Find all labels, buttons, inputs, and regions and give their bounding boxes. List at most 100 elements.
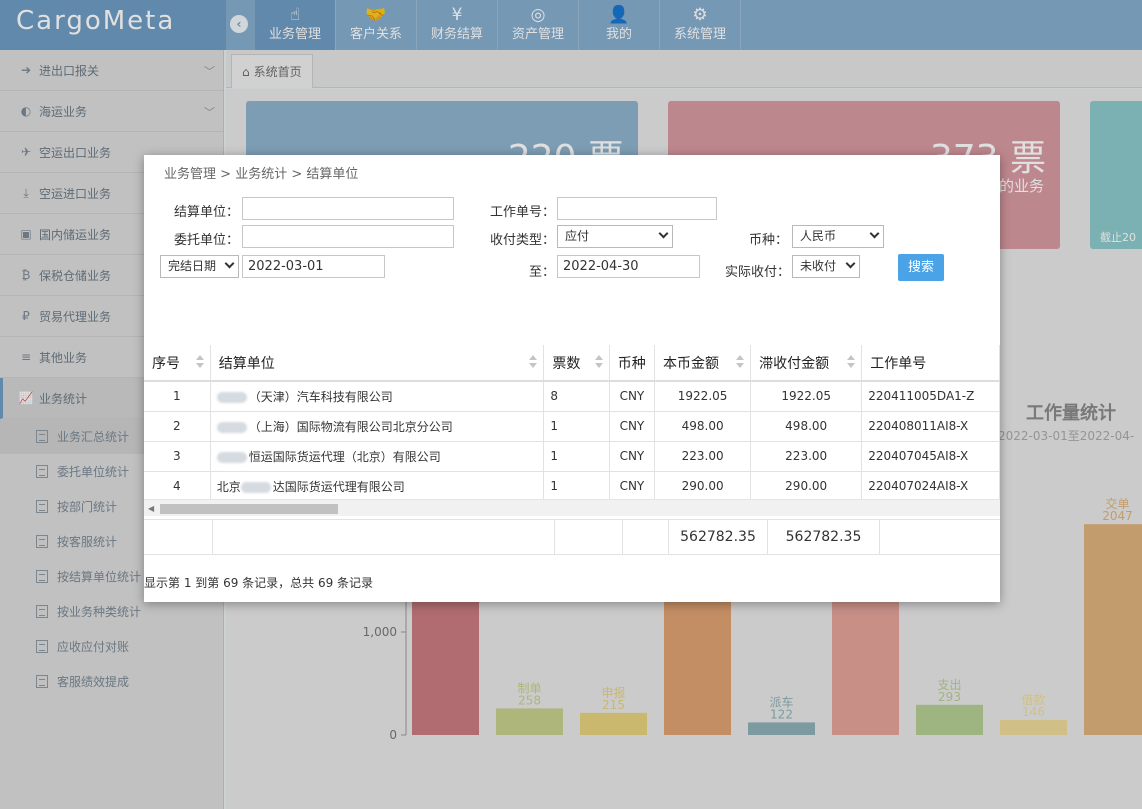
sidebar-subitem-label: 委托单位统计 (57, 465, 130, 479)
topnav-label: 财务结算 (430, 27, 483, 42)
chart-bar (1084, 524, 1142, 735)
topnav-item[interactable]: 🤝 客户关系 (336, 0, 417, 50)
sidebar-item[interactable]: ➔ 进出口报关 ﹀ (0, 50, 223, 91)
handshake-icon: 🤝 (365, 5, 387, 25)
sidebar-item-label: 国内储运业务 (39, 227, 112, 242)
pay-type-select[interactable]: 应付 (557, 225, 673, 248)
column-header[interactable]: 币种 (609, 345, 656, 382)
settle-unit-input[interactable] (242, 197, 454, 220)
column-header-label: 本币金额 (663, 355, 720, 372)
chevron-down-icon (658, 228, 669, 239)
y-tick-label: 1,000 (363, 625, 397, 639)
topnav-item[interactable]: ⚙ 系统管理 (660, 0, 741, 50)
sort-icon[interactable] (529, 355, 538, 369)
sidebar-item-label: 贸易代理业务 (39, 309, 112, 324)
client-unit-label: 委托单位： (174, 233, 240, 248)
cell-work-no: 220407045AI8-X (861, 441, 1000, 472)
date-type-select[interactable]: 完结日期 (160, 255, 239, 278)
topnav-label: 系统管理 (673, 27, 726, 42)
sidebar-item[interactable]: ◐ 海运业务 ﹀ (0, 91, 223, 132)
database-icon: ≡ (20, 350, 32, 364)
ruble-icon: ₽ (22, 309, 30, 323)
cell-tickets: 1 (543, 441, 610, 472)
currency-value: 人民币 (800, 229, 837, 243)
table-row[interactable]: 3 恒运国际货运代理（北京）有限公司 1 CNY 223.00 223.00 2204070… (144, 441, 1000, 472)
results-table: 序号 结算单位 票数 币种 本币金额 滞收付金额 工作单号 1 （天津）汽车科技有限公司 8 CN… (144, 345, 1000, 502)
settle-unit-prefix: 北京 (216, 479, 241, 494)
redacted-text (216, 391, 247, 403)
sidebar-subitem-label: 业务汇总统计 (57, 430, 130, 444)
cell-currency: CNY (609, 441, 656, 472)
table-row[interactable]: 4 北京 达国际货运代理有限公司 1 CNY 290.00 290.00 220407024A… (144, 471, 1000, 502)
topnav-item[interactable]: 👤 我的 (579, 0, 660, 50)
document-icon (36, 640, 48, 653)
breadcrumb-item[interactable]: 业务统计 (235, 167, 287, 182)
topnav-label: 业务管理 (268, 27, 321, 42)
table-header-row: 序号 结算单位 票数 币种 本币金额 滞收付金额 工作单号 (144, 345, 1000, 382)
cell-index: 3 (144, 441, 211, 472)
app-logo[interactable]: CargoMeta (0, 0, 226, 50)
chevron-down-icon (869, 228, 880, 239)
column-header[interactable]: 票数 (543, 345, 610, 382)
topnav-item[interactable]: ¥ 财务结算 (417, 0, 498, 50)
sidebar-item-label: 空运出口业务 (39, 145, 112, 160)
cell-settle-unit: 恒运国际货运代理（北京）有限公司 (210, 441, 545, 472)
column-header[interactable]: 滞收付金额 (750, 345, 863, 382)
sidebar-collapse-icon[interactable]: ‹ (230, 15, 248, 33)
column-header[interactable]: 序号 (144, 345, 211, 382)
scroll-left-icon[interactable]: ◀ (148, 504, 154, 513)
scrollbar-thumb[interactable] (160, 504, 338, 514)
work-no-input[interactable] (557, 197, 717, 220)
tab-label: 系统首页 (253, 65, 302, 79)
sort-icon[interactable] (736, 355, 745, 369)
cell-amount: 290.00 (654, 471, 752, 502)
pay-type-label: 收付类型： (490, 233, 556, 248)
breadcrumb-item: 结算单位 (306, 167, 359, 182)
topnav-item[interactable]: ☝ 业务管理 (255, 0, 336, 50)
cell-work-no: 220408011AI8-X (861, 411, 1000, 442)
horizontal-scrollbar[interactable]: ◀ (144, 499, 1000, 516)
cell-settle-unit: （天津）汽车科技有限公司 (210, 381, 545, 412)
topnav-item[interactable]: ◎ 资产管理 (498, 0, 579, 50)
table-footer-row: 562782.35 562782.35 (144, 519, 1000, 555)
sort-icon[interactable] (195, 355, 204, 369)
home-icon: ⌂ (242, 64, 250, 79)
bar-value-label: 146 (1022, 705, 1045, 719)
breadcrumb-item[interactable]: 业务管理 (164, 167, 216, 182)
column-header-label: 票数 (552, 355, 581, 372)
client-unit-input[interactable] (242, 225, 454, 248)
document-icon (36, 570, 48, 583)
sidebar-subitem[interactable]: 客服绩效提成 (0, 664, 223, 699)
currency-select[interactable]: 人民币 (792, 225, 884, 248)
sidebar-item-label: 业务统计 (39, 391, 88, 406)
tab-home[interactable]: ⌂ 系统首页 (231, 54, 313, 88)
table-row[interactable]: 2 （上海）国际物流有限公司北京分公司 1 CNY 498.00 498.00 220408… (144, 411, 1000, 442)
results-table-wrap: 序号 结算单位 票数 币种 本币金额 滞收付金额 工作单号 1 （天津）汽车科技有限公司 8 CN… (144, 345, 1000, 520)
breadcrumb-separator: > (287, 167, 307, 182)
document-icon (36, 500, 48, 513)
footer-cell (213, 520, 555, 555)
sidebar-subitem[interactable]: 应收应付对账 (0, 629, 223, 664)
date-to-input[interactable] (557, 255, 700, 278)
sort-icon[interactable] (847, 355, 856, 369)
cell-tickets: 1 (543, 411, 610, 442)
topnav-label: 资产管理 (511, 27, 564, 42)
date-from-input[interactable] (242, 255, 385, 278)
column-header[interactable]: 工作单号 (861, 345, 1000, 382)
hand-pointer-icon: ☝ (289, 5, 301, 25)
table-row[interactable]: 1 （天津）汽车科技有限公司 8 CNY 1922.05 1922.05 220411005… (144, 381, 1000, 412)
settle-unit-name: （天津）汽车科技有限公司 (248, 389, 393, 404)
column-header[interactable]: 本币金额 (654, 345, 752, 382)
cell-amount: 223.00 (654, 441, 752, 472)
sidebar-item-label: 进出口报关 (39, 63, 100, 78)
sort-icon[interactable] (594, 355, 603, 369)
user-icon: 👤 (608, 5, 630, 25)
tab-bar: ⌂ 系统首页 (226, 50, 1142, 88)
cell-index: 4 (144, 471, 211, 502)
bar-value-label: 258 (518, 693, 541, 707)
column-header[interactable]: 结算单位 (210, 345, 545, 382)
actual-pay-select[interactable]: 未收付 (792, 255, 860, 278)
redacted-text (216, 451, 247, 463)
chevron-down-icon (224, 258, 235, 269)
search-button[interactable]: 搜索 (898, 254, 944, 281)
